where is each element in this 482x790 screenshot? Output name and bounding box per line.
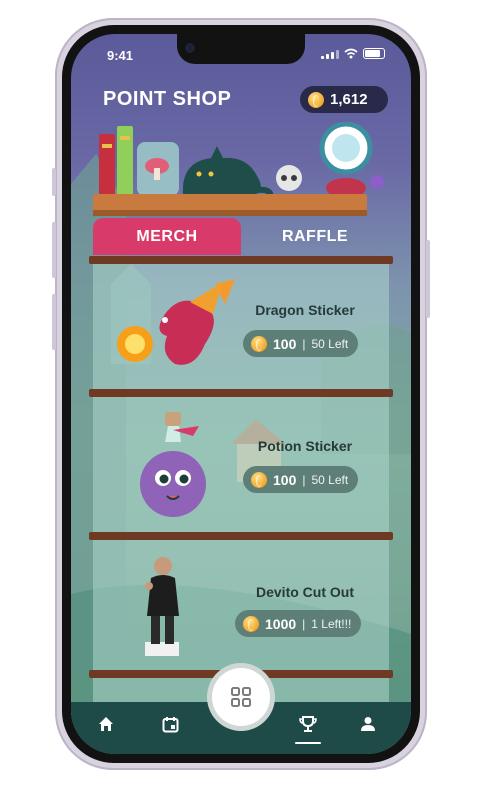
shelf-board	[89, 532, 393, 540]
cellular-signal-icon	[321, 49, 339, 59]
battery-icon	[363, 48, 385, 59]
points-balance-badge: 1,612	[300, 86, 388, 113]
price-divider: |	[302, 472, 306, 487]
phone-volume-up-button	[52, 222, 56, 278]
shelf-board	[89, 389, 393, 397]
item-stock: 1 Left!!!	[311, 616, 352, 631]
scene-cat	[182, 146, 261, 196]
item-name: Devito Cut Out	[256, 584, 354, 600]
scene-skull	[276, 165, 302, 191]
page-title: POINT SHOP	[103, 88, 232, 110]
header-shelf-scene	[93, 122, 384, 216]
shop-tabs: MERCH RAFFLE	[93, 218, 389, 255]
item-name: Dragon Sticker	[255, 302, 355, 318]
coin-icon	[251, 335, 267, 352]
coin-icon	[243, 615, 259, 632]
phone-side-button	[52, 168, 56, 196]
home-icon	[99, 717, 113, 731]
device-notch	[177, 34, 305, 64]
status-icons	[321, 48, 385, 59]
shop-item-devito-cut-out[interactable]: Devito Cut Out 1000 | 1 Left!!!	[93, 540, 389, 670]
qr-code-icon	[231, 687, 251, 707]
tab-raffle[interactable]: RAFFLE	[241, 218, 389, 255]
scene-book-red	[99, 134, 115, 196]
item-stock: 50 Left	[311, 336, 349, 351]
front-camera	[185, 43, 195, 53]
item-stock: 50 Left	[311, 472, 349, 487]
nav-calendar-button[interactable]	[159, 713, 181, 735]
tab-merch[interactable]: MERCH	[93, 218, 241, 255]
nav-leaderboard-button[interactable]	[297, 713, 319, 735]
wifi-icon	[344, 48, 358, 59]
trophy-icon	[299, 716, 317, 732]
item-price: 100	[273, 471, 297, 488]
profile-icon	[361, 717, 375, 731]
dragon-sticker-image	[117, 279, 235, 365]
shop-item-dragon-sticker[interactable]: Dragon Sticker 100 | 50 Left	[93, 264, 389, 388]
coin-icon	[308, 91, 324, 108]
shop-item-potion-sticker[interactable]: Potion Sticker 100 | 50 Left	[93, 398, 389, 531]
item-price: 1000	[265, 615, 297, 632]
points-balance-value: 1,612	[330, 91, 368, 108]
devito-cut-out-image	[145, 557, 179, 656]
app-screen: 9:41 POINT SHOP 1,612 MERCH RAFFLE Drago…	[71, 34, 411, 754]
nav-home-button[interactable]	[95, 713, 117, 735]
qr-scan-button[interactable]	[212, 668, 270, 726]
nav-active-indicator	[295, 742, 321, 744]
phone-power-button	[426, 240, 430, 318]
shelf-board-top	[89, 256, 393, 264]
item-price-pill[interactable]: 1000 | 1 Left!!!	[235, 610, 362, 637]
phone-volume-down-button	[52, 294, 56, 350]
potion-sticker-image	[140, 412, 206, 517]
item-price-pill[interactable]: 100 | 50 Left	[243, 466, 359, 493]
price-divider: |	[302, 336, 306, 351]
price-divider: |	[302, 616, 306, 631]
calendar-icon	[162, 716, 178, 732]
item-price: 100	[273, 335, 297, 352]
item-price-pill[interactable]: 100 | 50 Left	[243, 330, 359, 357]
nav-profile-button[interactable]	[357, 713, 379, 735]
coin-icon	[251, 471, 267, 488]
item-name: Potion Sticker	[257, 438, 353, 454]
status-time: 9:41	[107, 48, 134, 63]
